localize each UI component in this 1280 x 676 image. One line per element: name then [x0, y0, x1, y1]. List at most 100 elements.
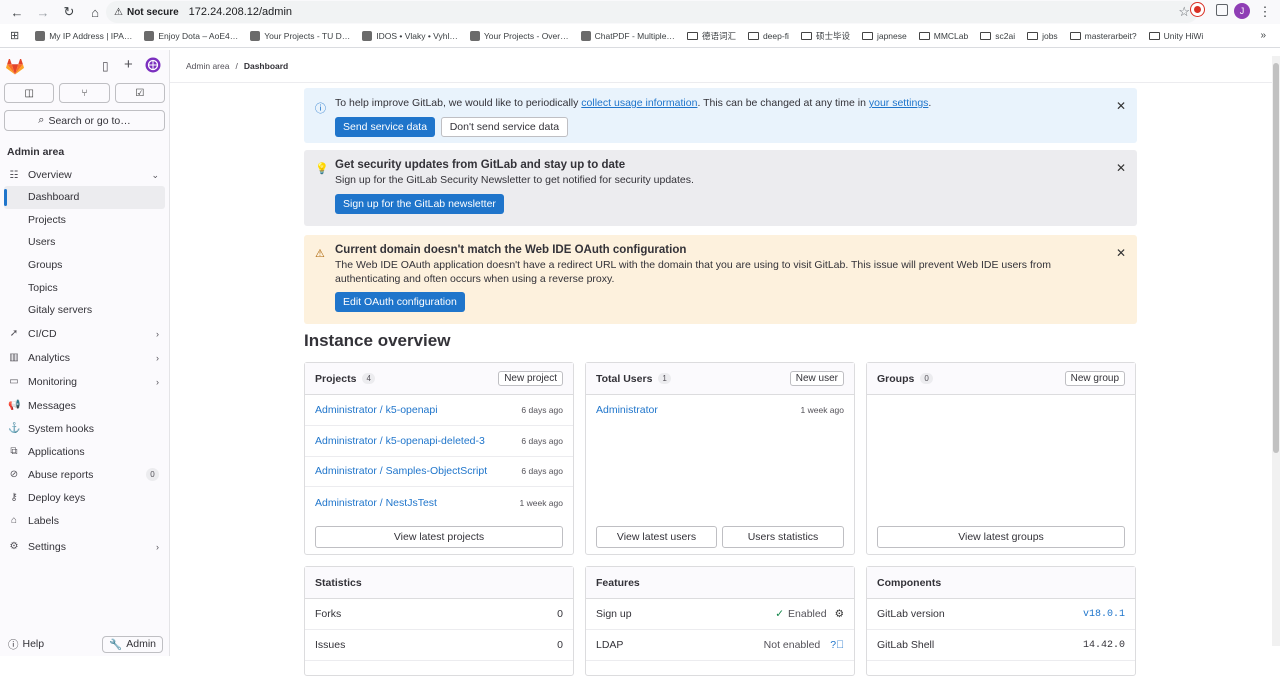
sidebar-item-groups[interactable]: Groups — [0, 254, 169, 277]
bookmark-item[interactable]: 德语词汇 — [686, 30, 736, 42]
folder-icon — [861, 31, 873, 40]
bookmark-item[interactable]: Unity HiWi — [1148, 30, 1203, 42]
new-project-button[interactable]: New project — [498, 371, 563, 386]
sidebar-item-applications[interactable]: ⧉ Applications — [0, 441, 169, 463]
bookmark-item[interactable]: My IP Address | IPA… — [35, 30, 132, 42]
project-link[interactable]: Administrator / k5-openapi — [315, 404, 438, 416]
search-button[interactable]: ⌕ Search or go to… — [4, 110, 165, 131]
sidebar-item-labels[interactable]: ⌂ Labels — [0, 510, 169, 532]
bookmark-item[interactable]: deep-fi — [747, 30, 789, 42]
users-card: Total Users 1 New user Administrator 1 we… — [585, 362, 855, 555]
sidebar-item-abuse-reports[interactable]: ⊘ Abuse reports 0 — [0, 464, 169, 486]
view-latest-projects-button[interactable]: View latest projects — [315, 526, 563, 548]
info-icon: ⓘ — [315, 103, 326, 115]
bookmark-item[interactable]: 硕士毕设 — [800, 30, 850, 42]
address-bar[interactable]: ⚠ Not secure 172.24.208.12/admin ☆ — [106, 1, 1198, 23]
user-link[interactable]: Administrator — [596, 404, 658, 416]
new-user-button[interactable]: New user — [789, 371, 844, 386]
view-latest-groups-button[interactable]: View latest groups — [877, 526, 1125, 548]
sidebar-item-monitoring[interactable]: ▭ Monitoring › — [0, 371, 169, 393]
deploy-keys-label: Deploy keys — [28, 491, 86, 504]
sidebar-item-projects[interactable]: Projects — [0, 209, 169, 232]
bookmark-item[interactable]: Your Projects - TU D… — [250, 30, 350, 42]
plus-icon[interactable]: + — [124, 56, 133, 73]
help-button[interactable]: ⓘ Help — [8, 637, 44, 652]
sidebar-item-dashboard[interactable]: Dashboard — [4, 186, 165, 209]
url-text[interactable]: 172.24.208.12/admin — [189, 6, 292, 18]
sidebar-item-analytics[interactable]: ▥ Analytics › — [0, 347, 169, 369]
sidebar-item-gitaly-servers[interactable]: Gitaly servers — [0, 299, 169, 322]
component-version-link[interactable]: v18.0.1 — [1083, 609, 1125, 620]
more-bookmarks-icon[interactable]: » — [1260, 30, 1266, 41]
scrollbar-thumb[interactable] — [1273, 63, 1279, 453]
sidebar-item-overview[interactable]: ☷ Overview ⌄ — [0, 164, 169, 186]
stat-value: 0 — [557, 639, 563, 651]
bookmark-item[interactable]: Your Projects - Over… — [469, 30, 569, 42]
dont-send-service-data-button[interactable]: Don't send service data — [440, 116, 569, 137]
bookmark-item[interactable]: masterarbeit? — [1069, 30, 1137, 42]
site-favicon-icon — [144, 30, 155, 41]
sidebar-item-ci-cd[interactable]: ➚ CI/CD › — [0, 323, 169, 345]
overview-label: Overview — [28, 169, 72, 181]
bookmark-item[interactable]: Enjoy Dota – AoE4… — [144, 30, 238, 42]
gitlab-logo-icon[interactable] — [6, 57, 24, 75]
issues-icon[interactable]: ◫ — [4, 83, 55, 103]
breadcrumb-admin-area[interactable]: Admin area — [186, 61, 229, 71]
sidebar-item-deploy-keys[interactable]: ⚷ Deploy keys — [0, 487, 169, 509]
your-settings-link[interactable]: your settings — [869, 97, 929, 109]
project-link[interactable]: Administrator / NestJsTest — [315, 497, 437, 509]
reload-icon[interactable]: ↻ — [58, 1, 80, 23]
bookmark-star-icon[interactable]: ☆ — [1178, 4, 1190, 20]
close-icon[interactable]: ✕ — [1116, 161, 1126, 175]
sidebar-item-settings[interactable]: ⚙ Settings › — [0, 536, 169, 558]
applications-label: Applications — [28, 445, 85, 458]
bookmark-item[interactable]: MMCLab — [918, 30, 968, 42]
scrollbar[interactable] — [1272, 56, 1280, 646]
view-latest-users-button[interactable]: View latest users — [596, 526, 717, 548]
sidebar-item-system-hooks[interactable]: ⚓ System hooks — [0, 418, 169, 440]
newsletter-signup-button[interactable]: Sign up for the GitLab newsletter — [335, 193, 504, 214]
edit-oauth-button[interactable]: Edit OAuth configuration — [335, 292, 465, 312]
back-icon[interactable]: ← — [6, 1, 28, 23]
sidebar-item-topics[interactable]: Topics — [0, 276, 169, 299]
apps-grid-icon[interactable]: ⊞ — [10, 29, 19, 42]
users-statistics-button[interactable]: Users statistics — [722, 526, 844, 548]
new-group-button[interactable]: New group — [1064, 371, 1125, 386]
breadcrumb-dashboard[interactable]: Dashboard — [244, 61, 288, 71]
home-icon[interactable]: ⌂ — [84, 1, 106, 23]
usage-text-2: . This can be changed at any time in — [697, 97, 869, 109]
sidebar-item-messages[interactable]: 📢 Messages — [0, 395, 169, 417]
sidebar-item-users[interactable]: Users — [0, 231, 169, 254]
bookmark-item[interactable]: japnese — [861, 30, 907, 42]
bookmark-item[interactable]: IDOS • Vlaky • Vyhl… — [362, 30, 458, 42]
site-favicon-icon — [362, 30, 373, 41]
folder-icon — [800, 31, 812, 40]
send-service-data-button[interactable]: Send service data — [335, 116, 436, 137]
statistics-card: Statistics Forks 0 Issues 0 — [304, 566, 574, 676]
project-link[interactable]: Administrator / k5-openapi-deleted-3 — [315, 435, 485, 447]
stat-value: 0 — [557, 608, 563, 620]
oauth-warning-alert: ⚠ ✕ Current domain doesn't match the Web… — [304, 235, 1137, 324]
admin-button[interactable]: 🔧 Admin — [102, 635, 163, 653]
forward-icon[interactable]: → — [32, 1, 54, 23]
merge-requests-icon[interactable]: ⑂ — [59, 83, 110, 103]
user-avatar[interactable] — [145, 57, 161, 76]
bookmark-item[interactable]: jobs — [1027, 30, 1058, 42]
project-row: Administrator / k5-openapi 6 days ago — [305, 395, 573, 426]
bookmark-item[interactable]: sc2ai — [980, 30, 1015, 42]
project-link[interactable]: Administrator / Samples-ObjectScript — [315, 465, 487, 477]
collapse-sidebar-icon[interactable]: ▯ — [102, 59, 109, 73]
todo-icon[interactable]: ☑ — [114, 83, 165, 103]
close-icon[interactable]: ✕ — [1116, 246, 1126, 260]
project-row: Administrator / Samples-ObjectScript 6 da… — [305, 457, 573, 488]
extensions-puzzle-icon[interactable] — [1216, 3, 1228, 16]
close-icon[interactable]: ✕ — [1116, 99, 1126, 113]
menu-dots-icon[interactable]: ⋮ — [1254, 1, 1276, 23]
extension-icon[interactable] — [1191, 3, 1204, 16]
question-icon[interactable]: ?⃝ — [830, 639, 844, 651]
profile-avatar[interactable]: J — [1234, 3, 1250, 19]
usage-text-3: . — [928, 97, 932, 109]
gear-icon[interactable]: ⚙ — [835, 608, 844, 620]
collect-usage-link[interactable]: collect usage information — [581, 97, 697, 109]
bookmark-item[interactable]: ChatPDF - Multiple… — [580, 30, 675, 42]
